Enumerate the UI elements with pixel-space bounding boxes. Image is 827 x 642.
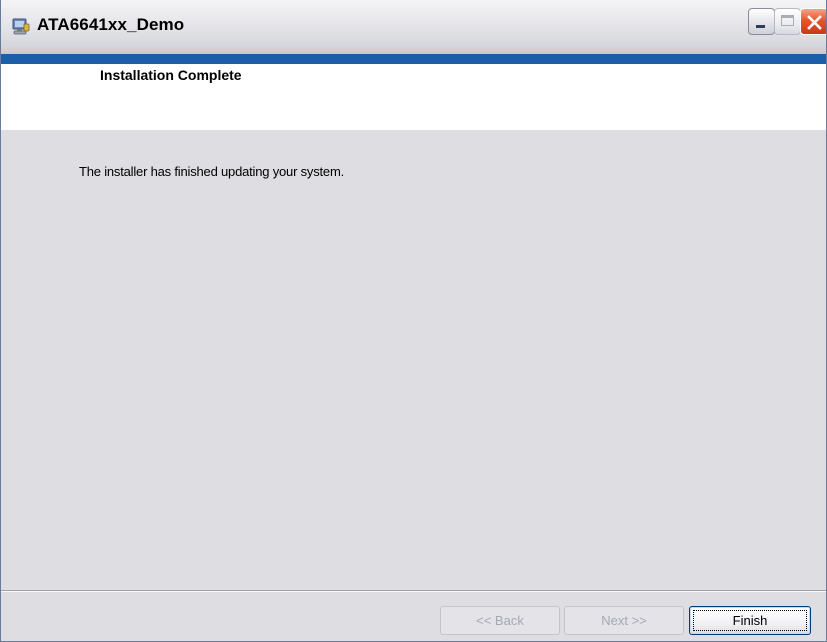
close-button[interactable]: [800, 8, 826, 35]
title-bar[interactable]: ATA6641xx_Demo: [1, 0, 826, 55]
maximize-button[interactable]: [774, 8, 801, 35]
accent-strip: [1, 54, 826, 64]
installer-computer-icon: [12, 18, 30, 35]
next-button[interactable]: Next >>: [564, 606, 684, 635]
header-banner: Installation Complete: [1, 64, 826, 130]
finish-button[interactable]: Finish: [689, 606, 811, 635]
installer-window: ATA6641xx_Demo Installation Complete The…: [0, 0, 827, 642]
completion-message: The installer has finished updating your…: [79, 164, 344, 179]
window-title: ATA6641xx_Demo: [37, 15, 185, 34]
next-button-label: Next >>: [601, 613, 647, 628]
minimize-icon: [756, 25, 765, 28]
finish-button-label: Finish: [732, 613, 768, 628]
maximize-icon: [781, 15, 794, 26]
back-button-label: << Back: [476, 613, 524, 628]
back-button[interactable]: << Back: [440, 606, 560, 635]
content-area: The installer has finished updating your…: [1, 130, 826, 590]
page-title: Installation Complete: [100, 67, 242, 83]
minimize-button[interactable]: [748, 8, 775, 35]
close-icon: [807, 15, 822, 30]
button-bar: << Back Next >> Finish: [1, 590, 826, 641]
